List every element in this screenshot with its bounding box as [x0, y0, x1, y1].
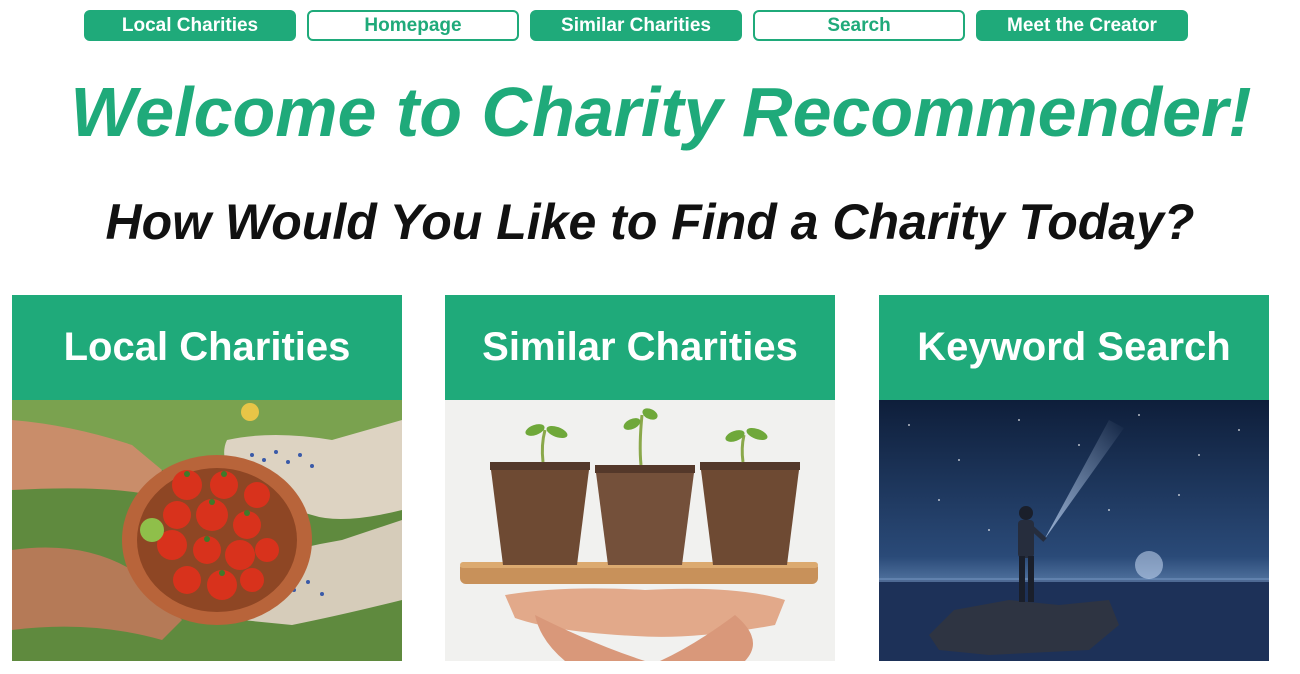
- tomato-bowl-image: [12, 400, 402, 661]
- page-subtitle: How Would You Like to Find a Charity Tod…: [105, 194, 1195, 250]
- local-charities-card-title: Local Charities: [12, 295, 402, 400]
- nav-search-button[interactable]: Search: [753, 10, 965, 41]
- seedling-pots-image: [445, 400, 835, 661]
- nav-homepage-button[interactable]: Homepage: [307, 10, 519, 41]
- similar-charities-card[interactable]: Similar Charities: [445, 295, 835, 661]
- keyword-search-card[interactable]: Keyword Search: [879, 295, 1269, 661]
- nav-local-charities-button[interactable]: Local Charities: [84, 10, 296, 41]
- night-sky-explorer-image: [879, 400, 1269, 661]
- homepage: Local Charities Homepage Similar Chariti…: [0, 0, 1300, 674]
- keyword-search-card-title: Keyword Search: [879, 295, 1269, 400]
- nav-meet-the-creator-button[interactable]: Meet the Creator: [976, 10, 1188, 41]
- similar-charities-card-title: Similar Charities: [445, 295, 835, 400]
- page-title: Welcome to Charity Recommender!: [70, 73, 1252, 151]
- local-charities-card[interactable]: Local Charities: [12, 295, 402, 661]
- nav-similar-charities-button[interactable]: Similar Charities: [530, 10, 742, 41]
- top-nav: Local Charities Homepage Similar Chariti…: [84, 10, 1188, 41]
